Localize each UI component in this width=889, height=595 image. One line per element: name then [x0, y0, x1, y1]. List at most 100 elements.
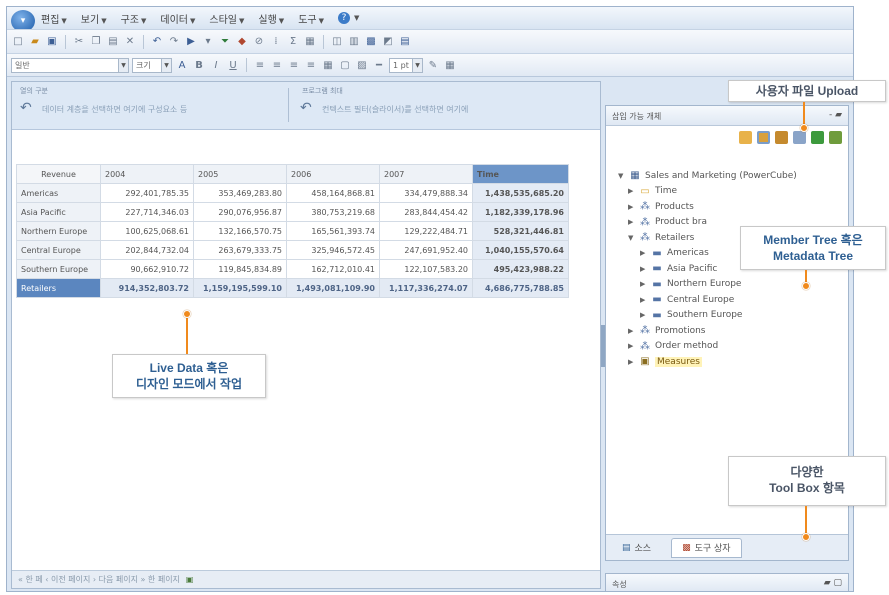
cut-icon[interactable]: ✂ — [72, 35, 86, 49]
cell[interactable]: 129,222,484.71 — [379, 221, 473, 241]
font-size-combo[interactable]: 크기 ▼ — [132, 57, 172, 73]
row-header[interactable]: Asia Pacific — [16, 202, 101, 222]
summarize-icon[interactable]: Σ — [286, 35, 300, 49]
tree-root[interactable]: ▼ ▦ Sales and Marketing (PowerCube) — [618, 168, 797, 184]
group-icon[interactable]: ▥ — [347, 35, 361, 49]
row-header[interactable]: Southern Europe — [16, 259, 101, 279]
cell[interactable]: 165,561,393.74 — [286, 221, 380, 241]
swap-icon[interactable]: ◫ — [330, 35, 344, 49]
column-header[interactable]: 2007 — [379, 164, 473, 184]
paste-icon[interactable]: ▤ — [106, 35, 120, 49]
tab-toolbox[interactable]: ▩ 도구 상자 — [671, 537, 742, 558]
dropdown-arrow-icon[interactable]: ▾ — [201, 35, 215, 49]
expand-icon[interactable]: ▶ — [628, 218, 638, 226]
cell-grand-total[interactable]: 4,686,775,788.85 — [472, 278, 569, 298]
drill-icon[interactable]: ▦ — [303, 35, 317, 49]
border-icon[interactable]: ▢ — [338, 58, 352, 72]
expand-icon[interactable]: ▶ — [640, 249, 650, 257]
align-right-icon[interactable]: ≡ — [287, 58, 301, 72]
row-header-total[interactable]: Retailers — [16, 278, 101, 298]
cell-subtotal[interactable]: 1,159,195,599.10 — [193, 278, 287, 298]
cell-subtotal[interactable]: 914,352,803.72 — [100, 278, 194, 298]
fill-color-icon[interactable]: ▨ — [355, 58, 369, 72]
cell[interactable]: 290,076,956.87 — [193, 202, 287, 222]
row-header[interactable]: Americas — [16, 183, 101, 203]
cell[interactable]: 283,844,454.42 — [379, 202, 473, 222]
expand-icon[interactable]: ▶ — [640, 296, 650, 304]
drop-zone-text-right[interactable]: 컨텍스트 필터(슬라이서)를 선택하면 여기에 — [322, 104, 468, 115]
column-header[interactable]: 2006 — [286, 164, 380, 184]
tree-node-central-europe[interactable]: ▶ ▬ Central Europe — [618, 292, 797, 308]
row-header[interactable]: Northern Europe — [16, 221, 101, 241]
view-metadata-icon[interactable] — [757, 130, 770, 144]
refresh-icon[interactable] — [829, 130, 842, 144]
line-width-combo[interactable]: 1 pt ▼ — [389, 57, 423, 73]
cell[interactable]: 162,712,010.41 — [286, 259, 380, 279]
cell[interactable]: 202,844,732.04 — [100, 240, 194, 260]
expand-icon[interactable]: ▶ — [628, 358, 638, 366]
undo-icon[interactable]: ↶ — [150, 35, 164, 49]
save-icon[interactable]: ▣ — [45, 35, 59, 49]
menu-run[interactable]: 실행 ▼ — [258, 11, 284, 26]
drop-zone-text-left[interactable]: 데이터 계층을 선택하면 여기에 구성요소 등 — [42, 104, 187, 115]
collapse-icon[interactable]: ▼ — [618, 172, 628, 180]
new-icon[interactable]: □ — [11, 35, 25, 49]
properties-window-buttons[interactable]: ▰ ▢ — [824, 578, 842, 588]
expand-icon[interactable]: ▶ — [628, 203, 638, 211]
justify-icon[interactable]: ≡ — [304, 58, 318, 72]
crosstab-corner[interactable]: Revenue — [16, 164, 101, 184]
cell-total[interactable]: 1,438,535,685.20 — [472, 183, 569, 203]
pen-icon[interactable]: ✎ — [426, 58, 440, 72]
calculate-icon[interactable]: ⁞ — [269, 35, 283, 49]
cell[interactable]: 100,625,068.61 — [100, 221, 194, 241]
menu-edit[interactable]: 편집 ▼ — [41, 11, 67, 26]
align-center-icon[interactable]: ≡ — [270, 58, 284, 72]
menu-data[interactable]: 데이터 ▼ — [160, 11, 195, 26]
page-icon[interactable]: ▣ — [186, 575, 194, 584]
tree-node-time[interactable]: ▶ ▭ Time — [618, 184, 797, 200]
redo-icon[interactable]: ↷ — [167, 35, 181, 49]
sort-icon[interactable]: ◆ — [235, 35, 249, 49]
tab-source[interactable]: ▤ 소스 — [612, 538, 661, 558]
expand-icon[interactable]: ▶ — [640, 265, 650, 273]
cell[interactable]: 380,753,219.68 — [286, 202, 380, 222]
tree-node-products[interactable]: ▶ ⁂ Products — [618, 199, 797, 215]
delete-icon[interactable]: ✕ — [123, 35, 137, 49]
cell-subtotal[interactable]: 1,493,081,109.90 — [286, 278, 380, 298]
table-icon[interactable]: ▦ — [321, 58, 335, 72]
column-header[interactable]: 2005 — [193, 164, 287, 184]
column-header[interactable]: 2004 — [100, 164, 194, 184]
menu-style[interactable]: 스타일 ▼ — [209, 11, 244, 26]
expand-icon[interactable]: ▶ — [640, 311, 650, 319]
italic-icon[interactable]: I — [209, 58, 223, 72]
cell-total[interactable]: 1,182,339,178.96 — [472, 202, 569, 222]
run-icon[interactable]: ▶ — [184, 35, 198, 49]
insert-options-icon[interactable] — [793, 130, 806, 144]
line-style-icon[interactable]: ━ — [372, 58, 386, 72]
menu-tools[interactable]: 도구 ▼ — [298, 11, 324, 26]
filter-icon[interactable]: ⏷ — [218, 35, 232, 49]
page-navigation-text[interactable]: « 한 페 ‹ 이전 페이지 › 다음 페이지 » 한 페이지 — [18, 574, 180, 585]
menu-view[interactable]: 보기 ▼ — [81, 11, 107, 26]
cell-total[interactable]: 1,040,155,570.64 — [472, 240, 569, 260]
font-color-icon[interactable]: A — [175, 58, 189, 72]
cell[interactable]: 119,845,834.89 — [193, 259, 287, 279]
insert-chart-icon[interactable]: ◩ — [381, 35, 395, 49]
open-icon[interactable]: ▰ — [28, 35, 42, 49]
expand-icon[interactable]: ▶ — [628, 187, 638, 195]
cell[interactable]: 263,679,333.75 — [193, 240, 287, 260]
cell[interactable]: 334,479,888.34 — [379, 183, 473, 203]
cell-subtotal[interactable]: 1,117,336,274.07 — [379, 278, 473, 298]
menu-help[interactable]: ? ▼ — [337, 12, 359, 24]
row-header[interactable]: Central Europe — [16, 240, 101, 260]
tree-node-measures[interactable]: ▶ ▣ Measures — [618, 354, 797, 370]
column-header-total[interactable]: Time — [472, 164, 569, 184]
panel-window-buttons[interactable]: - ▰ — [829, 110, 842, 120]
border-grid-icon[interactable]: ▦ — [443, 58, 457, 72]
cell[interactable]: 247,691,952.40 — [379, 240, 473, 260]
bold-icon[interactable]: B — [192, 58, 206, 72]
cell[interactable]: 132,166,570.75 — [193, 221, 287, 241]
tree-node-promotions[interactable]: ▶ ⁂ Promotions — [618, 323, 797, 339]
align-left-icon[interactable]: ≡ — [253, 58, 267, 72]
view-members-icon[interactable] — [739, 130, 752, 144]
